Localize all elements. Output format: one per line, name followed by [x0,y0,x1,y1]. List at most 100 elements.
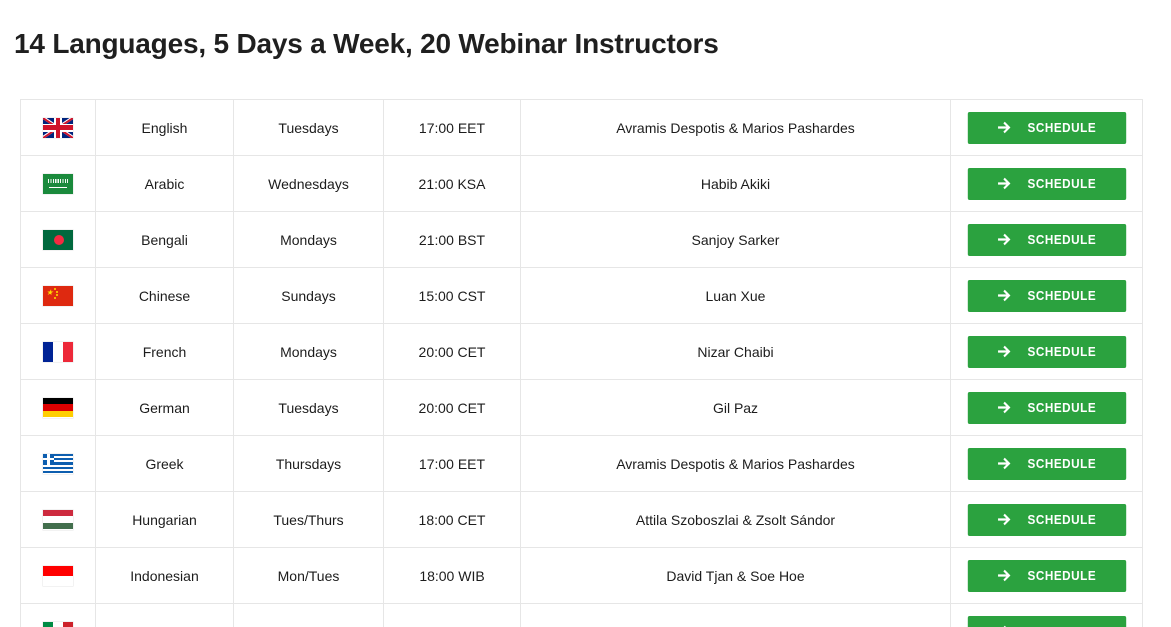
instructors-label: David Tjan & Soe Hoe [666,567,805,584]
instructors-label: Sanjoy Sarker [691,231,780,248]
table-row: English Tuesdays 17:00 EET Avramis Despotis… [20,99,1143,156]
flag-cell [20,491,96,548]
instructors-cell: Gil Paz [520,379,951,436]
action-cell: SCHEDULE [950,155,1143,212]
flag-cell [20,323,96,380]
page-title: 14 Languages, 5 Days a Week, 20 Webinar … [14,27,719,59]
table-row: Bengali Mondays 21:00 BST Sanjoy Sarker SCHE… [20,211,1143,268]
schedule-button[interactable]: SCHEDULE [967,391,1126,424]
language-cell: Italian [95,603,234,627]
language-cell: Chinese [95,267,234,324]
schedule-button[interactable]: SCHEDULE [967,167,1126,200]
time-label: 15:00 CST [418,287,486,304]
instructors-label: Attila Szoboszlai & Zsolt Sándor [635,511,836,528]
instructors-cell: Nizar Chaibi [520,323,951,380]
schedule-button-label: SCHEDULE [1027,120,1096,135]
united-kingdom-flag-icon [43,117,73,138]
schedule-button-label: SCHEDULE [1027,512,1096,527]
language-cell: Arabic [95,155,234,212]
schedule-table-body: English Tuesdays 17:00 EET Avramis Despotis… [20,99,1143,627]
instructors-label: Luan Xue [705,287,766,304]
action-cell: SCHEDULE [950,267,1143,324]
schedule-button-label: SCHEDULE [1027,176,1096,191]
day-label: Sundays [281,287,336,304]
time-label: 17:00 EET [418,119,486,136]
arrow-right-icon [997,399,1012,416]
time-cell: 17:00 EET [383,99,521,156]
instructors-cell: Alessandro Capuano [520,603,951,627]
arrow-right-icon [997,343,1012,360]
language-label: Hungarian [132,511,197,528]
day-label: Tuesdays [278,399,339,416]
day-label: Thursdays [275,455,342,472]
flag-cell: ★ [20,267,96,324]
language-cell: Indonesian [95,547,234,604]
day-cell: Tuesdays [233,99,384,156]
time-label: 20:00 CET [418,343,486,360]
time-label: 21:00 BST [418,231,486,248]
time-cell: 15:00 CST [383,267,521,324]
arrow-right-icon [997,119,1012,136]
day-cell: Mondays [233,323,384,380]
schedule-button[interactable]: SCHEDULE [967,335,1126,368]
day-cell: Tuesdays [233,603,384,627]
language-label: French [142,343,187,360]
table-row: Italian Tuesdays 20:00 CET Alessandro Capua… [20,603,1143,627]
day-cell: Sundays [233,267,384,324]
action-cell: SCHEDULE [950,379,1143,436]
time-label: 18:00 WIB [419,567,485,584]
language-label: Bengali [141,231,188,248]
hungary-flag-icon [43,509,73,530]
schedule-button[interactable]: SCHEDULE [967,615,1126,627]
instructors-cell: Habib Akiki [520,155,951,212]
instructors-label: Gil Paz [712,399,759,416]
flag-cell [20,379,96,436]
arrow-right-icon [997,175,1012,192]
time-cell: 20:00 CET [383,603,521,627]
webinar-schedule-page: 14 Languages, 5 Days a Week, 20 Webinar … [0,0,1171,627]
day-label: Tues/Thurs [273,511,344,528]
language-label: Chinese [138,287,191,304]
instructors-cell: Avramis Despotis & Marios Pashardes [520,99,951,156]
instructors-cell: Avramis Despotis & Marios Pashardes [520,435,951,492]
day-label: Mondays [280,343,337,360]
time-cell: 17:00 EET [383,435,521,492]
time-label: 20:00 CET [419,624,486,627]
instructors-cell: Sanjoy Sarker [520,211,951,268]
flag-cell [20,603,96,627]
instructors-label: Avramis Despotis & Marios Pashardes [616,455,855,472]
germany-flag-icon [43,397,73,418]
language-cell: Bengali [95,211,234,268]
action-cell: SCHEDULE [950,99,1143,156]
greece-flag-icon [43,453,73,474]
flag-cell [20,547,96,604]
schedule-button[interactable]: SCHEDULE [967,559,1126,592]
language-label: English [141,119,188,136]
language-label: German [139,399,190,416]
day-label: Mon/Tues [277,567,340,584]
table-row: German Tuesdays 20:00 CET Gil Paz SCHEDULE [20,379,1143,436]
time-cell: 21:00 BST [383,211,521,268]
schedule-button[interactable]: SCHEDULE [967,111,1126,144]
arrow-right-icon [997,567,1012,584]
action-cell: SCHEDULE [950,323,1143,380]
language-cell: English [95,99,234,156]
action-cell: SCHEDULE [950,211,1143,268]
table-row: Arabic Wednesdays 21:00 KSA Habib Akiki SCHE… [20,155,1143,212]
schedule-button[interactable]: SCHEDULE [967,503,1126,536]
flag-cell [20,155,96,212]
time-cell: 18:00 WIB [383,547,521,604]
day-label: Wednesdays [268,175,349,192]
language-label: Indonesian [130,567,199,584]
day-cell: Tuesdays [233,379,384,436]
flag-cell [20,435,96,492]
schedule-button[interactable]: SCHEDULE [967,223,1126,256]
table-row: Indonesian Mon/Tues 18:00 WIB David Tjan & … [20,547,1143,604]
italy-flag-icon [43,621,73,627]
schedule-button[interactable]: SCHEDULE [967,279,1126,312]
arrow-right-icon [997,623,1012,627]
flag-cell [20,99,96,156]
schedule-button[interactable]: SCHEDULE [967,447,1126,480]
day-label: Mondays [280,231,337,248]
time-cell: 21:00 KSA [383,155,521,212]
